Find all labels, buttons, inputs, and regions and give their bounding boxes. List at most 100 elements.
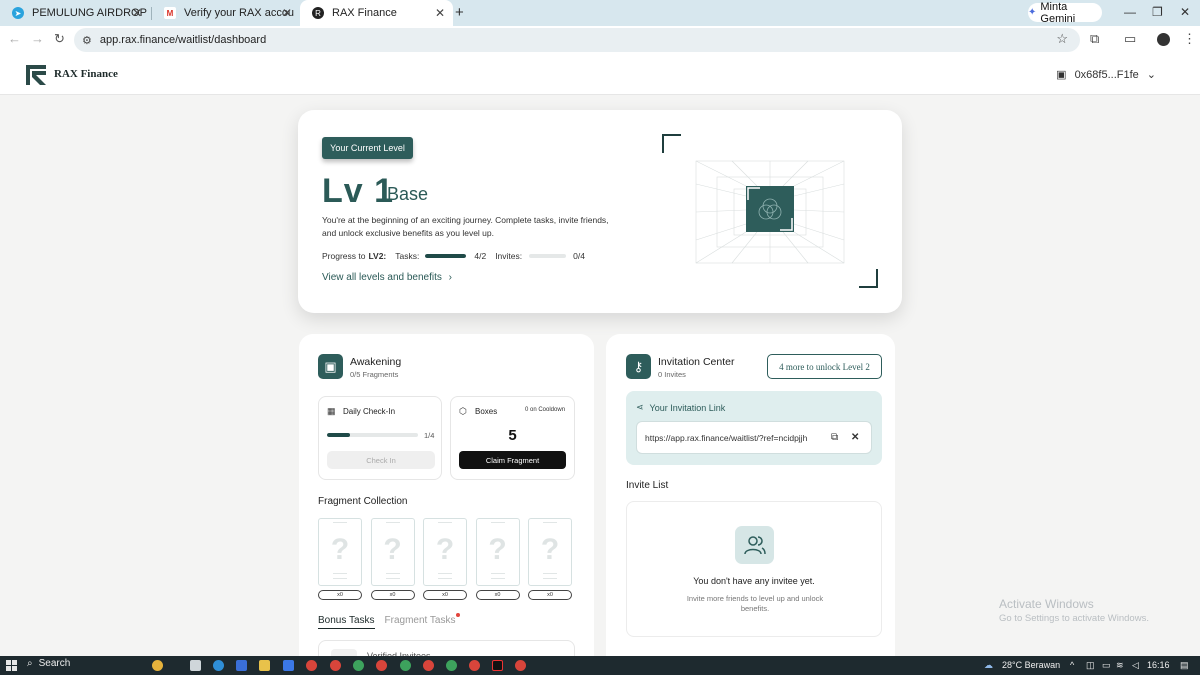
checkin-progress-bar [327,433,418,437]
notifications-icon[interactable]: ▤ [1180,660,1189,671]
close-icon[interactable]: ✕ [132,6,142,20]
notification-dot [456,613,461,617]
fragment-line [385,573,400,574]
x-share-icon[interactable]: ✕ [851,432,859,443]
chrome-icon[interactable] [376,660,387,671]
invitation-link-label-row: ⋖ Your Invitation Link [636,402,725,413]
chrome-icon[interactable] [515,660,526,671]
weather-icon: ☁ [984,660,993,670]
reload-icon[interactable]: ↻ [54,31,65,47]
chrome-icon[interactable] [306,660,317,671]
new-tab-icon[interactable]: + [455,4,464,21]
close-icon[interactable]: ✕ [435,6,445,20]
site-info-icon[interactable]: ⚙ [82,34,92,47]
boxes-cooldown: 0 on Cooldown [525,407,566,413]
fragment-card[interactable]: ? [318,518,362,586]
invitation-link-text: https://app.rax.finance/waitlist/?ref=nc… [645,432,808,443]
store-icon[interactable] [236,660,247,671]
back-icon[interactable]: ← [8,31,21,46]
gemini-button[interactable]: ✦ Minta Gemini [1028,0,1102,25]
task-tabs: Bonus Tasks Fragment Tasks [318,613,461,629]
tab-fragment-tasks[interactable]: Fragment Tasks [384,613,461,629]
volume-icon[interactable]: ◁ [1132,660,1139,671]
task-view-icon[interactable] [190,660,201,671]
tasks-progress-bar [425,254,467,258]
fragment-tasks-label: Fragment Tasks [384,615,456,626]
watermark-line-1: Activate Windows [999,597,1094,611]
fragment-line [490,578,505,579]
wallet-button[interactable]: ▣ 0x68f5...F1fe ⌄ [1056,68,1156,82]
fragment-line [333,573,347,574]
fragment-card[interactable]: ? [475,518,520,586]
rax-logo-icon[interactable] [26,65,46,85]
tiktok-icon[interactable] [492,660,503,671]
fragment-line [490,573,505,574]
fragment-card[interactable]: ? [423,518,467,586]
fragment-card[interactable]: ? [528,518,572,586]
network-icon[interactable]: ◫ [1086,660,1095,671]
forward-icon[interactable]: → [31,31,44,46]
claim-fragment-button[interactable]: Claim Fragment [459,451,566,469]
address-bar[interactable]: ⚙ app.rax.finance/waitlist/dashboard ☆ [74,28,1080,52]
tab-verify-rax[interactable]: M Verify your RAX account - daffa ✕ [152,0,300,26]
share-icon: ⋖ [636,402,644,412]
copy-icon[interactable]: ⧉ [831,432,838,443]
awakening-subtitle: 0/5 Fragments [350,370,399,379]
menu-dots-icon[interactable]: ⋮ [1183,31,1196,47]
fragment-placeholder: ? [540,533,560,566]
sparkle-icon[interactable] [152,660,163,671]
invite-list-empty: You don't have any invitee yet. Invite m… [626,501,882,637]
awakening-card: ▣ Awakening 0/5 Fragments ▦ Daily Check-… [299,334,594,664]
level-description: You're at the beginning of an exciting j… [322,215,609,238]
restore-icon[interactable]: ❐ [1152,5,1163,19]
window-close-icon[interactable]: ✕ [1180,5,1190,19]
tab-title: RAX Finance [332,7,397,19]
fragment-card[interactable]: ? [370,518,415,586]
display-icon[interactable]: ▭ [1102,660,1111,671]
telegram-icon: ➤ [12,7,24,19]
gemini-star-icon: ✦ [1028,7,1037,18]
clock-time[interactable]: 16:16 [1147,660,1170,670]
tab-pemulung-airdrop[interactable]: ➤ PEMULUNG AIRDROP ✕ [0,0,150,26]
chrome-icon[interactable] [446,660,457,671]
tab-rax-finance[interactable]: R RAX Finance ✕ [300,0,453,26]
invitation-link-field[interactable]: https://app.rax.finance/waitlist/?ref=nc… [636,421,872,454]
extensions-icon[interactable]: ⧉ [1090,31,1099,47]
tab-search-icon[interactable]: ▭ [1124,31,1136,47]
app-icon[interactable] [283,660,294,671]
invitation-subtitle: 0 Invites [658,370,686,379]
fragment-count-badge: x0 [318,590,362,600]
view-all-levels-link[interactable]: View all levels and benefits › [322,272,452,283]
chrome-icon[interactable] [469,660,480,671]
wallet-address: 0x68f5...F1fe [1074,68,1139,81]
explorer-icon[interactable] [259,660,270,671]
checkin-progress-text: 1/4 [424,431,435,440]
tasks-value: 4/2 [474,251,487,261]
edge-icon[interactable] [213,660,224,671]
weather-text[interactable]: 28°C Berawan [1002,660,1060,670]
url-text: app.rax.finance/waitlist/dashboard [99,34,267,46]
empty-title: You don't have any invitee yet. [693,576,815,586]
chrome-icon[interactable] [400,660,411,671]
chrome-icon[interactable] [330,660,341,671]
chrome-icon[interactable] [353,660,364,671]
fragment-line [438,578,452,579]
chrome-icon[interactable] [423,660,434,671]
invites-value: 0/4 [573,251,585,261]
unlock-level-button[interactable]: 4 more to unlock Level 2 [767,354,882,379]
chevron-right-icon: › [448,272,453,283]
profile-avatar-icon[interactable] [1157,33,1170,46]
taskbar-search[interactable]: ⌕ Search [27,658,70,669]
tray-chevron-icon[interactable]: ^ [1070,660,1074,670]
fragment-line [333,522,347,523]
gemini-label: Minta Gemini [1040,0,1076,25]
windows-start-icon[interactable] [6,660,17,671]
close-icon[interactable]: ✕ [282,6,292,20]
minimize-icon[interactable]: — [1124,5,1136,19]
wifi-icon[interactable]: ≋ [1116,660,1124,671]
check-in-button[interactable]: Check In [327,451,435,469]
tab-bonus-tasks[interactable]: Bonus Tasks [318,615,375,629]
users-icon [735,526,774,564]
bookmark-star-icon[interactable]: ☆ [1056,31,1068,47]
chip-icon: ▣ [318,354,343,379]
